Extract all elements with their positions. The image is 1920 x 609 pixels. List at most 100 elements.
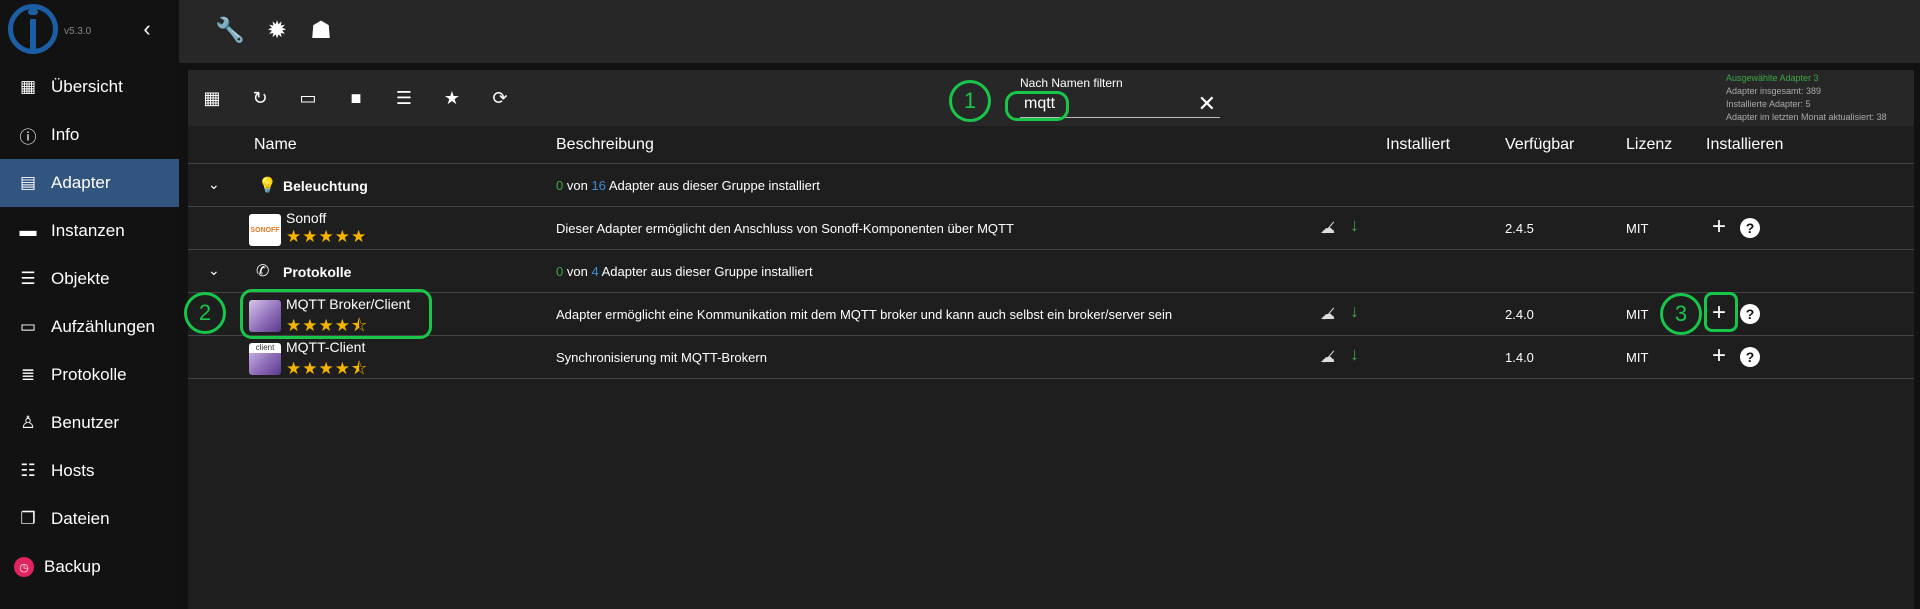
col-description: Beschreibung xyxy=(556,136,654,153)
arrow-down-icon: ↓ xyxy=(1350,344,1359,364)
rating-stars[interactable]: ★★★★⯪ xyxy=(286,356,368,385)
sidebar-item-label: Aufzählungen xyxy=(51,317,155,336)
arrow-down-icon: ↓ xyxy=(1350,301,1359,321)
iobroker-logo[interactable] xyxy=(8,4,58,54)
group-summary: 0 von 16 Adapter aus dieser Gruppe insta… xyxy=(556,178,820,193)
log-icon: ≣ xyxy=(20,365,36,384)
sidebar-item-hosts[interactable]: ☷ Hosts xyxy=(0,447,179,495)
adapter-name: MQTT-Client xyxy=(286,339,366,355)
add-instance-button[interactable]: + xyxy=(1708,343,1730,369)
group-text-von: von xyxy=(566,264,588,279)
star-filter-icon[interactable]: ★ xyxy=(440,86,464,110)
grid-icon: ▦ xyxy=(19,77,37,96)
filter-label: Nach Namen filtern xyxy=(1020,76,1123,90)
wrench-icon[interactable]: 🔧 xyxy=(215,17,245,45)
sidebar-item-files[interactable]: ❐ Dateien xyxy=(0,495,179,543)
clear-filter-icon[interactable]: ✕ xyxy=(1198,92,1216,116)
group-row[interactable]: ⌄ ✆ Protokolle 0 von 4 Adapter aus diese… xyxy=(188,250,1914,293)
hosts-icon: ☷ xyxy=(20,461,36,480)
group-title: Protokolle xyxy=(283,264,352,280)
store-icon: ▤ xyxy=(19,173,37,192)
theme-toggle-icon[interactable]: ✹ xyxy=(263,17,291,45)
sidebar-item-backup[interactable]: ◷ Backup xyxy=(0,543,179,591)
chevron-down-icon[interactable]: ⌄ xyxy=(208,262,220,279)
rating-stars[interactable]: ★★★★★ xyxy=(286,227,367,247)
sidebar-item-label: Hosts xyxy=(51,461,95,480)
info-icon: ⓘ xyxy=(19,127,37,147)
group-text-von: von xyxy=(566,178,588,193)
stats-installed: Installierte Adapter: 5 xyxy=(1726,99,1811,109)
sidebar: v5.3.0 ‹ ▦ Übersicht ⓘ Info ▤ Adapter ▬ … xyxy=(0,0,179,609)
update-check-icon[interactable]: ⟳ xyxy=(488,86,512,110)
version-label: v5.3.0 xyxy=(64,26,92,37)
stats-selected: Ausgewählte Adapter 3 xyxy=(1726,73,1819,83)
adapter-license[interactable]: MIT xyxy=(1626,221,1648,236)
cloud-off-icon: ☁̸ xyxy=(1320,349,1335,366)
group-installed-count: 0 xyxy=(556,264,564,279)
collapse-sidebar-button[interactable]: ‹ xyxy=(136,18,158,42)
annotation-2: 2 xyxy=(184,292,226,334)
stats-total: Adapter insgesamt: 389 xyxy=(1726,86,1822,96)
sidebar-item-instances[interactable]: ▬ Instanzen xyxy=(0,207,179,255)
help-icon[interactable]: ? xyxy=(1740,304,1760,324)
sidebar-item-enums[interactable]: ▭ Aufzählungen xyxy=(0,303,179,351)
sidebar-item-label: Backup xyxy=(44,557,101,576)
sidebar-item-info[interactable]: ⓘ Info xyxy=(0,111,179,159)
files-icon: ❐ xyxy=(20,509,36,528)
sidebar-item-users[interactable]: ♙ Benutzer xyxy=(0,399,179,447)
bulb-icon: 💡 xyxy=(258,177,277,194)
instances-icon: ▬ xyxy=(19,221,37,240)
table-row: SONOFF Sonoff ★★★★★ Dieser Adapter ermög… xyxy=(188,207,1914,250)
annotation-3: 3 xyxy=(1660,293,1702,335)
group-title: Beleuchtung xyxy=(283,178,368,194)
tile-view-icon[interactable]: ▦ xyxy=(200,86,224,110)
logo-bar xyxy=(30,19,36,49)
adapter-description: Synchronisierung mit MQTT-Brokern xyxy=(556,350,767,365)
adapter-version: 1.4.0 xyxy=(1505,350,1534,365)
list-icon: ☰ xyxy=(20,269,36,288)
logo-dot xyxy=(28,9,38,15)
col-license: Lizenz xyxy=(1626,136,1673,153)
group-row[interactable]: ⌄ 💡 Beleuchtung 0 von 16 Adapter aus die… xyxy=(188,164,1914,207)
adapter-version: 2.4.5 xyxy=(1505,221,1534,236)
list-view-icon[interactable]: ☰ xyxy=(392,86,416,110)
group-text-suffix: Adapter aus dieser Gruppe installiert xyxy=(601,264,813,279)
sidebar-item-label: Instanzen xyxy=(51,221,125,240)
adapter-table: Name Beschreibung Installiert Verfügbar … xyxy=(188,126,1914,379)
sidebar-item-label: Adapter xyxy=(51,173,111,192)
sidebar-item-label: Übersicht xyxy=(51,77,123,96)
chevron-down-icon[interactable]: ⌄ xyxy=(208,176,220,193)
nav-menu: ▦ Übersicht ⓘ Info ▤ Adapter ▬ Instanzen… xyxy=(0,63,179,591)
enum-icon: ▭ xyxy=(19,317,37,336)
sidebar-item-label: Dateien xyxy=(51,509,110,528)
table-row: MQTT Broker/Client ★★★★⯪ Adapter ermögli… xyxy=(188,293,1914,336)
annotation-1: 1 xyxy=(949,80,991,122)
sidebar-item-logs[interactable]: ≣ Protokolle xyxy=(0,351,179,399)
backup-icon: ◷ xyxy=(14,557,34,577)
adapter-panel: ▦ ↻ ▭ ■ ☰ ★ ⟳ Nach Namen filtern ✕ Ausge… xyxy=(188,70,1914,609)
expert-mode-icon[interactable]: ☗ xyxy=(307,17,335,45)
group-installed-count: 0 xyxy=(556,178,564,193)
adapter-license[interactable]: MIT xyxy=(1626,307,1648,322)
sidebar-item-adapter[interactable]: ▤ Adapter xyxy=(0,159,179,207)
table-row: client MQTT-Client ★★★★⯪ Synchronisierun… xyxy=(188,336,1914,379)
group-total-count: 16 xyxy=(591,178,606,193)
adapter-description: Dieser Adapter ermöglicht den Anschluss … xyxy=(556,221,1014,236)
group-total-count: 4 xyxy=(591,264,599,279)
sidebar-item-objects[interactable]: ☰ Objekte xyxy=(0,255,179,303)
help-icon[interactable]: ? xyxy=(1740,347,1760,367)
folder-icon[interactable]: ■ xyxy=(344,86,368,110)
adapter-stats: Ausgewählte Adapter 3 Adapter insgesamt:… xyxy=(1726,72,1887,124)
refresh-icon[interactable]: ↻ xyxy=(248,86,272,110)
col-name[interactable]: Name xyxy=(254,136,297,154)
adapter-license[interactable]: MIT xyxy=(1626,350,1648,365)
annotation-box-install xyxy=(1704,292,1738,332)
annotation-box-filter xyxy=(1005,91,1069,121)
sidebar-item-overview[interactable]: ▦ Übersicht xyxy=(0,63,179,111)
help-icon[interactable]: ? xyxy=(1740,218,1760,238)
sidebar-item-label: Protokolle xyxy=(51,365,127,384)
table-header: Name Beschreibung Installiert Verfügbar … xyxy=(188,126,1914,164)
folder-open-icon[interactable]: ▭ xyxy=(296,86,320,110)
add-instance-button[interactable]: + xyxy=(1708,214,1730,240)
group-text-suffix: Adapter aus dieser Gruppe installiert xyxy=(608,178,820,193)
